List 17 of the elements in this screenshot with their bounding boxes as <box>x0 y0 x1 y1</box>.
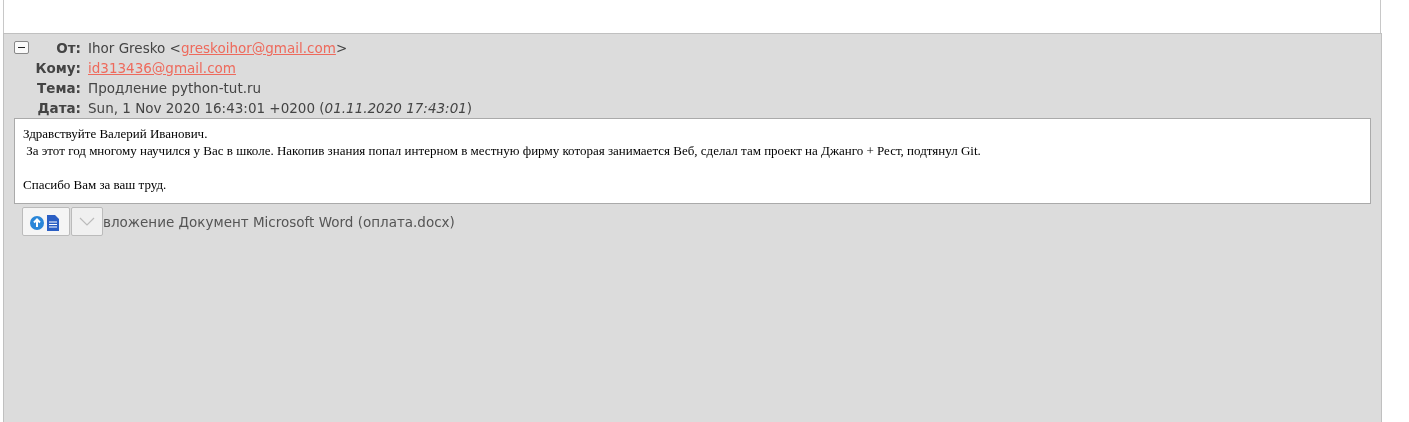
collapse-button[interactable] <box>14 41 29 54</box>
bracket-text: > <box>335 39 348 58</box>
body-text: Здравствуйте Валерий Иванович. <box>23 125 209 142</box>
email-link[interactable]: greskoihor@gmail.com <box>180 38 336 58</box>
header-label: От: <box>55 39 81 58</box>
header-label: Дата: <box>36 99 81 118</box>
sender-name: Ihor Gresko < <box>88 39 181 58</box>
email-link[interactable]: id313436@gmail.com <box>88 58 236 78</box>
header-label: Кому: <box>34 59 81 78</box>
header-value: Sun, 1 Nov 2020 16:43:01 +0200 (01.11.2020 17:43:01) <box>88 99 473 118</box>
header-value: Продление python-tut.ru <box>88 79 262 98</box>
body-text: За этот год многому научился у Вас в школе. Накопив знания попал интерном в местную фирму которая занимается Веб, сделал там проект на Джанго + Рест, подтянул Git. <box>25 142 982 159</box>
chevron-down-icon <box>79 216 95 227</box>
attachment-name: вложение Документ Microsoft Word (оплата.docx) <box>103 213 455 230</box>
body-text: Спасибо Вам за ваш труд. <box>23 176 168 193</box>
header-label: Тема: <box>36 79 81 98</box>
open-attachment-button[interactable] <box>22 207 70 236</box>
